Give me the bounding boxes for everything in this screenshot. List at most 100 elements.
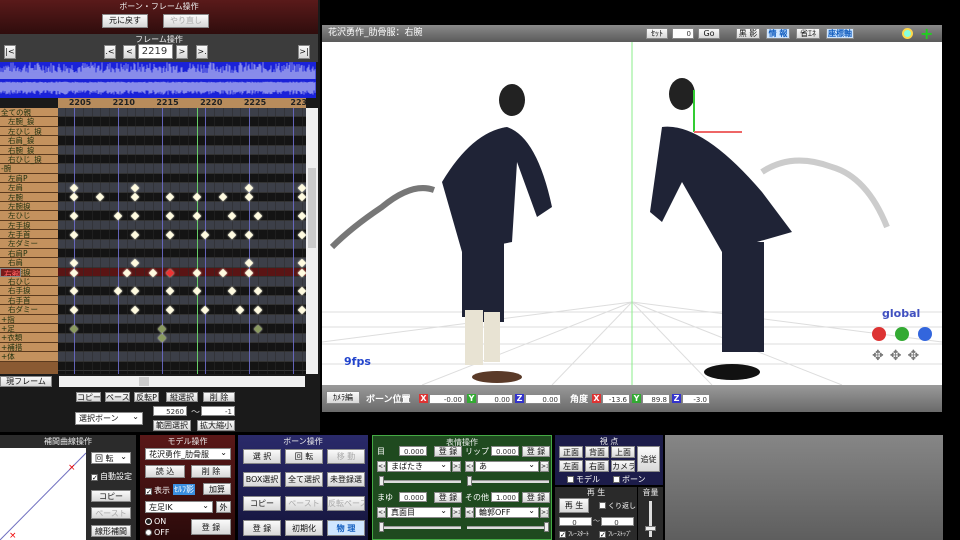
frame-input[interactable]: 0 [672,28,694,39]
track-row[interactable] [58,305,306,315]
show-checkbox[interactable]: ✓ 表示 [145,485,170,496]
rotate-z-icon[interactable] [918,327,932,341]
ik-bone-dropdown[interactable]: 左足IK [145,501,213,513]
select-all-button[interactable]: 全て選択 [285,472,323,487]
track-label[interactable]: 右手捩 [0,286,58,296]
morph-slider[interactable] [467,522,549,532]
move-arrows-icon[interactable]: ✥✥✥ [872,348,925,364]
info-button[interactable]: 情 報 [766,28,790,39]
track-row[interactable] [58,324,306,334]
morph-register-button[interactable]: 登 録 [522,492,550,503]
track-row[interactable] [58,202,306,212]
frame-stop-checkbox[interactable]: ✓ ﾌﾚｰｽﾄｯﾌﾟ [599,529,632,539]
keyframe-timeline[interactable] [58,108,306,374]
linear-interp-button[interactable]: 線形補間 [91,525,131,537]
rot-x-input[interactable]: -13.6 [602,394,630,404]
range-select-button[interactable]: 範囲選択 [153,420,191,431]
last-frame-button[interactable]: >| [298,45,310,59]
morph-next-button[interactable]: >> [452,507,461,518]
morph-prev-button[interactable]: << [377,461,386,472]
morph-prev-button[interactable]: << [465,507,474,518]
flip-paste-button[interactable]: 反転P [134,392,159,402]
morph-slider[interactable] [379,522,461,532]
range-to-input[interactable]: -1 [201,406,235,416]
follow-bone-checkbox[interactable]: ボーン [613,474,646,485]
bone-copy-button[interactable]: コピー [243,496,281,511]
range-from-input[interactable]: 5260 [153,406,187,416]
prev-key-button[interactable]: .< [104,45,116,59]
track-label[interactable]: +指 [0,314,58,324]
play-to-input[interactable]: 0 [601,517,634,527]
rot-z-input[interactable]: -3.0 [682,394,710,404]
repeat-checkbox[interactable]: くり返し [599,501,636,511]
track-row[interactable] [58,361,306,372]
interpolation-curve[interactable]: ×× [0,448,86,540]
shadow-button[interactable]: 黒 影 [736,28,760,39]
track-label[interactable]: 左ダミー [0,239,58,249]
track-row[interactable] [58,333,306,343]
track-label[interactable]: 右肩_捩 [0,136,58,146]
bone-select-button[interactable]: 選 択 [243,449,281,464]
track-label[interactable]: 右腕 [0,267,21,278]
track-row[interactable] [58,230,306,240]
paste-button[interactable]: ペースト [105,392,130,402]
box-select-button[interactable]: BOX選択 [243,472,281,487]
track-label[interactable]: +体 [0,352,58,362]
undo-button[interactable]: 元に戻す [102,14,148,28]
frame-number-input[interactable]: 2219 [138,44,173,59]
model-register-button[interactable]: 登 録 [191,519,231,535]
delete-button[interactable]: 削 除 [203,392,235,402]
morph-slider[interactable] [379,476,461,486]
morph-slider[interactable] [467,476,549,486]
track-label[interactable]: 左ひじ_捩 [0,126,58,137]
pos-z-input[interactable]: 0.00 [525,394,561,404]
add-blend-button[interactable]: 加算 [203,483,231,495]
morph-slider-thumb[interactable] [467,476,472,486]
track-label[interactable]: +足 [0,323,58,334]
track-row[interactable] [58,164,306,174]
track-row[interactable] [58,183,306,193]
next-frame-button[interactable]: > [176,45,188,59]
top-view-button[interactable]: 上面 [611,446,635,458]
outside-button[interactable]: 外 [216,501,231,513]
axis-button[interactable]: 座標軸 [826,28,854,39]
scroll-thumb[interactable] [139,377,149,386]
bone-paste-button[interactable]: ペースト [285,496,323,511]
select-mode-dropdown[interactable]: 選択ボーン [75,412,143,425]
redo-button[interactable]: やり直し [163,14,209,28]
ik-on-radio[interactable]: ON [145,517,166,526]
track-row[interactable] [58,220,306,231]
bone-move-button[interactable]: 移 動 [327,449,365,464]
track-label[interactable]: 右肩P [0,248,58,259]
track-row[interactable] [58,277,306,287]
first-frame-button[interactable]: |< [4,45,16,59]
morph-dropdown[interactable]: まばたき [387,461,451,472]
volume-slider[interactable] [645,501,656,537]
track-row[interactable] [58,267,306,278]
physics-button[interactable]: 物 理 [327,520,365,536]
morph-value-input[interactable]: 0.000 [491,446,519,456]
track-label[interactable]: 左腕 [0,192,58,202]
track-row[interactable] [58,258,306,268]
timeline-horizontal-scrollbar[interactable] [59,376,305,387]
track-label[interactable]: 右ひじ_捩 [0,154,58,165]
track-label[interactable]: 左肩P [0,173,58,184]
morph-register-button[interactable]: 登 録 [522,446,550,457]
morph-dropdown[interactable]: あ [475,461,539,472]
morph-next-button[interactable]: >> [452,461,461,472]
track-label[interactable]: 全ての親 [0,108,58,118]
track-row[interactable] [58,108,306,118]
track-row[interactable] [58,136,306,146]
frame-ruler[interactable]: 2205 2210 2215 2220 2225 223 [58,98,306,108]
track-label[interactable]: 右肩 [0,258,58,268]
zoom-icon[interactable] [902,28,913,39]
track-row[interactable] [58,239,306,249]
back-view-button[interactable]: 背面 [585,446,609,458]
next-key-button[interactable]: >. [196,45,208,59]
follow-button[interactable]: 追従 [637,446,660,472]
track-row[interactable] [58,155,306,165]
track-label[interactable]: 左肩 [0,183,58,193]
add-icon[interactable]: + [920,25,933,42]
play-button[interactable]: 再 生 [559,498,589,513]
timeline-vertical-scrollbar[interactable] [306,108,318,374]
